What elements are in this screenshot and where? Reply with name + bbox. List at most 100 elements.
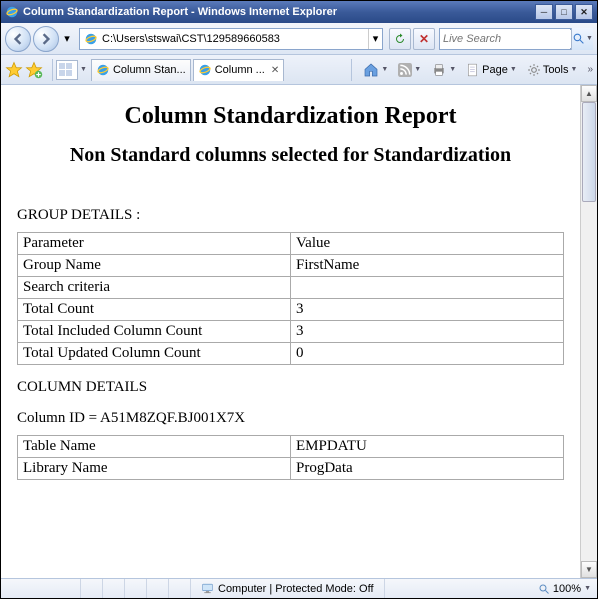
stop-icon: ✕ [419,32,429,46]
forward-arrow-icon [40,33,52,45]
back-button[interactable] [5,26,31,52]
cell: ProgData [291,458,564,480]
chevron-down-icon: ▼ [414,66,421,73]
status-cell [147,579,169,598]
address-bar[interactable]: ▾ [79,28,383,50]
cell: 3 [291,321,564,343]
scroll-track[interactable] [581,102,597,561]
cell: Search criteria [18,277,291,299]
zoom-level: 100% [553,583,581,595]
feeds-button[interactable]: ▼ [395,59,424,81]
tab-active[interactable]: Column ... ✕ [193,59,285,81]
overflow-chevron-icon[interactable]: » [587,64,593,75]
cell: Group Name [18,255,291,277]
home-button[interactable]: ▼ [360,59,391,81]
chevron-down-icon: ▼ [381,66,388,73]
page-menu[interactable]: Page▼ [463,59,520,81]
chevron-down-icon: ▼ [510,66,517,73]
cell [291,277,564,299]
quick-tabs-button[interactable] [56,60,78,80]
print-button[interactable]: ▼ [428,59,459,81]
chevron-down-icon: ▼ [586,35,593,42]
cell: 3 [291,299,564,321]
status-cell [169,579,191,598]
column-details-heading: COLUMN DETAILS [17,379,564,396]
cell: Total Count [18,299,291,321]
table-row: Total Included Column Count3 [18,321,564,343]
table-row: Total Count3 [18,299,564,321]
vertical-scrollbar[interactable]: ▲ ▼ [580,85,597,578]
address-input[interactable] [102,30,368,48]
window-titlebar: Column Standardization Report - Windows … [1,1,597,23]
address-dropdown[interactable]: ▾ [368,29,382,49]
zoom-control[interactable]: 100% ▼ [532,583,597,595]
ie-icon [198,63,212,77]
chevron-down-icon[interactable]: ▼ [80,66,87,73]
status-zone-text: Computer | Protected Mode: Off [218,583,374,595]
tab-inactive[interactable]: Column Stan... [91,59,191,81]
refresh-button[interactable] [389,28,411,50]
page-icon [466,63,480,77]
add-favorites-icon[interactable] [25,61,43,79]
refresh-icon [394,33,406,45]
scroll-up-button[interactable]: ▲ [581,85,597,102]
cell: Total Included Column Count [18,321,291,343]
table-row: ParameterValue [18,233,564,255]
close-button[interactable]: ✕ [575,4,593,20]
cell: Library Name [18,458,291,480]
cell: Table Name [18,436,291,458]
tab-toolbar: ▼ Column Stan... Column ... ✕ ▼ ▼ ▼ Page… [1,55,597,85]
tools-menu[interactable]: Tools▼ [524,59,581,81]
stop-button[interactable]: ✕ [413,28,435,50]
tab-label: Column Stan... [113,64,186,76]
cell: Value [291,233,564,255]
scroll-down-button[interactable]: ▼ [581,561,597,578]
page-icon [83,31,99,47]
rss-icon [398,63,412,77]
cell: FirstName [291,255,564,277]
report-subtitle: Non Standard columns selected for Standa… [17,144,564,167]
search-icon [572,32,585,45]
group-details-heading: GROUP DETAILS : [17,207,564,224]
chevron-down-icon: ▼ [449,66,456,73]
nav-toolbar: ▾ ▾ ✕ ▼ [1,23,597,55]
separator [351,59,352,81]
cell: Parameter [18,233,291,255]
search-bar[interactable] [439,28,571,50]
table-row: Table NameEMPDATU [18,436,564,458]
status-progress [1,579,81,598]
scroll-thumb[interactable] [582,102,596,202]
cell: Total Updated Column Count [18,343,291,365]
content-area: Column Standardization Report Non Standa… [1,85,597,578]
favorites-icon[interactable] [5,61,23,79]
home-icon [363,62,379,78]
forward-button[interactable] [33,26,59,52]
status-bar: Computer | Protected Mode: Off 100% ▼ [1,578,597,598]
table-row: Search criteria [18,277,564,299]
zoom-icon [538,583,550,595]
chevron-down-icon: ▼ [571,66,578,73]
report-title: Column Standardization Report [17,103,564,130]
column-id-line: Column ID = A51M8ZQF.BJ001X7X [17,410,564,427]
status-cell [125,579,147,598]
status-cell [81,579,103,598]
minimize-button[interactable]: ─ [535,4,553,20]
tab-close-icon[interactable]: ✕ [271,65,279,76]
search-input[interactable] [440,30,589,48]
nav-history-dropdown[interactable]: ▾ [61,26,73,52]
ie-icon [5,5,19,19]
group-details-table: ParameterValue Group NameFirstName Searc… [17,232,564,365]
search-button[interactable]: ▼ [571,28,593,50]
status-zone[interactable]: Computer | Protected Mode: Off [191,579,385,598]
maximize-button[interactable]: □ [555,4,573,20]
separator [52,59,53,81]
chevron-down-icon: ▼ [584,585,591,592]
table-row: Group NameFirstName [18,255,564,277]
status-cell [103,579,125,598]
print-icon [431,62,447,78]
window-title: Column Standardization Report - Windows … [23,6,533,18]
page-label: Page [482,64,508,76]
cell: EMPDATU [291,436,564,458]
computer-icon [201,582,214,595]
back-arrow-icon [12,33,24,45]
